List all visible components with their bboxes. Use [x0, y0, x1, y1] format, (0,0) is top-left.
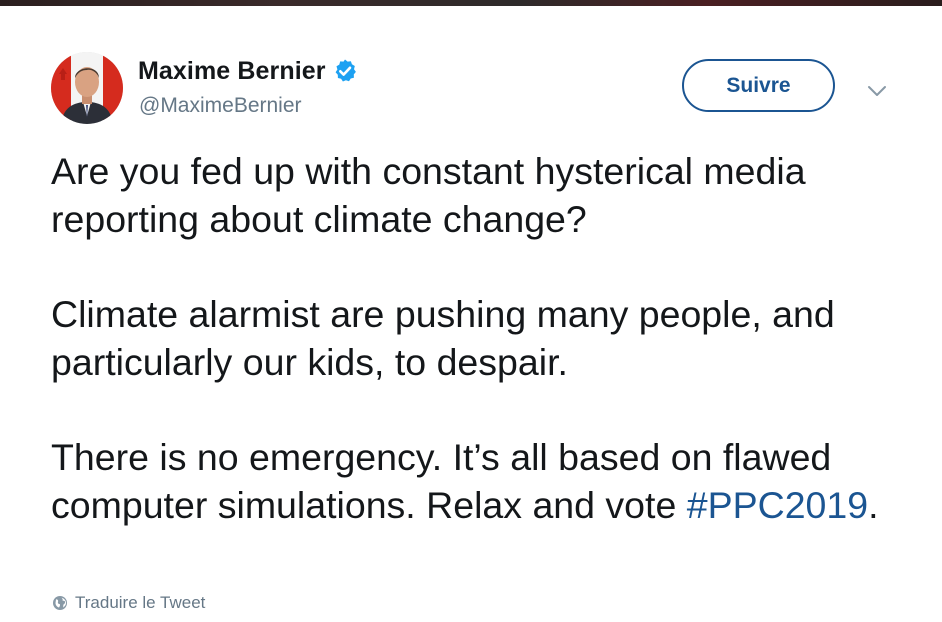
avatar[interactable]: [51, 52, 123, 124]
tweet-paragraph-3-end: .: [868, 483, 879, 526]
translate-tweet-link[interactable]: Traduire le Tweet: [52, 593, 205, 613]
translate-label: Traduire le Tweet: [75, 593, 206, 612]
chevron-down-icon[interactable]: [866, 80, 888, 102]
hashtag-link[interactable]: #PPC2019: [687, 484, 868, 526]
follow-button[interactable]: Suivre: [682, 59, 835, 112]
author-display-name[interactable]: Maxime Bernier: [138, 57, 326, 86]
tweet-card: Maxime Bernier @MaximeBernier Suivre Are…: [0, 6, 942, 622]
author-name-row: Maxime Bernier: [138, 56, 358, 86]
tweet-paragraph-3: There is no emergency. It’s all based on…: [51, 434, 921, 529]
tweet-paragraph-2: Climate alarmist are pushing many people…: [51, 293, 835, 383]
verified-badge-icon: [332, 58, 358, 84]
tweet-paragraph-1: Are you fed up with constant hysterical …: [51, 150, 806, 240]
globe-icon: [52, 595, 68, 611]
tweet-text: Are you fed up with constant hysterical …: [51, 148, 921, 529]
author-handle[interactable]: @MaximeBernier: [139, 94, 302, 118]
avatar-image: [51, 52, 123, 124]
